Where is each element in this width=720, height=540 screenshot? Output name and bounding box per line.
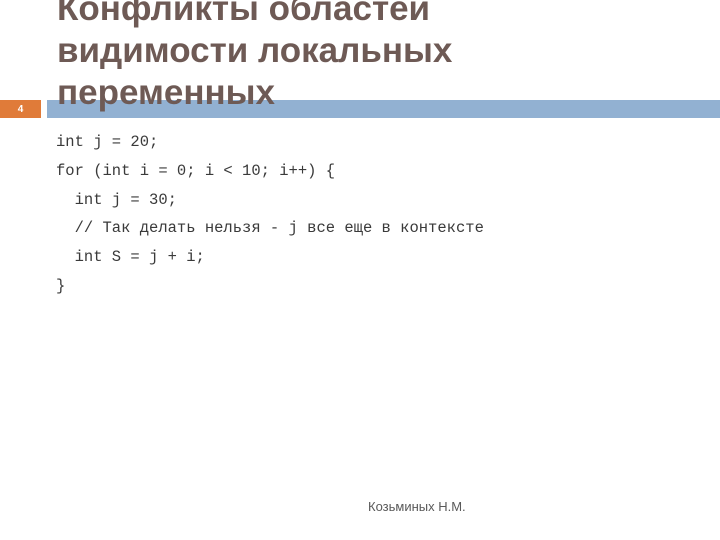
code-line: int S = j + i; <box>56 248 205 267</box>
code-line: // Так делать нельзя - j все еще в конте… <box>56 219 484 238</box>
slide-number: 4 <box>0 100 41 118</box>
footer-author: Козьминых Н.М. <box>368 499 466 514</box>
slide-number-text: 4 <box>17 103 24 115</box>
title-line: видимости локальных <box>57 31 453 70</box>
code-line: } <box>56 276 66 295</box>
code-block: int j = 20; for (int i = 0; i < 10; i++)… <box>56 128 484 301</box>
code-line: int j = 30; <box>56 190 177 209</box>
slide-title: Конфликты областей видимости локальных п… <box>57 0 657 114</box>
title-line: переменных <box>57 73 275 112</box>
title-line: Конфликты областей <box>57 0 431 28</box>
code-line: int j = 20; <box>56 133 159 151</box>
code-line: for (int i = 0; i < 10; i++) { <box>56 161 336 180</box>
